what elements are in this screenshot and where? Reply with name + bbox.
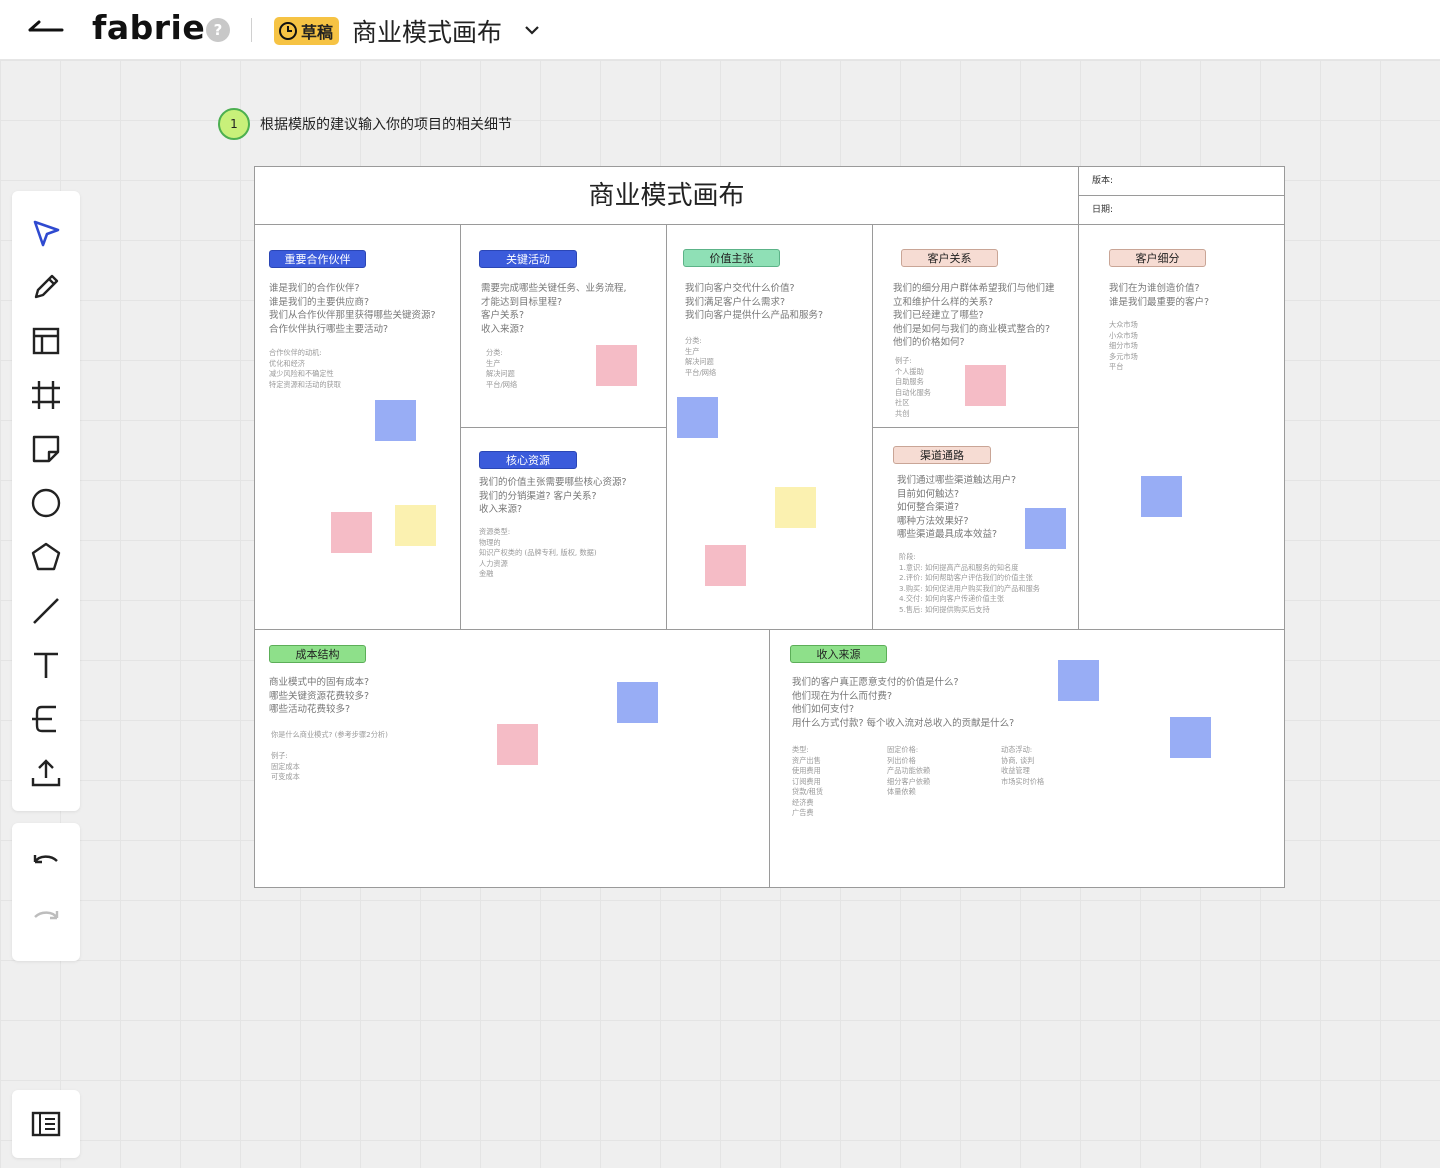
segments-section[interactable]: 客户细分 我们在为谁创造价值? 谁是我们最重要的客户? 大众市场 小众市场 细分… [1079, 225, 1285, 630]
frame-icon[interactable] [26, 375, 66, 415]
segments-notes: 大众市场 小众市场 细分市场 多元市场 平台 [1109, 320, 1138, 371]
redo-icon[interactable] [26, 899, 66, 939]
date-field[interactable]: 日期: [1079, 196, 1285, 225]
relationships-tag: 客户关系 [901, 249, 998, 267]
revenue-tag: 收入来源 [790, 645, 887, 663]
left-toolbar [12, 191, 80, 811]
history-toolbar [12, 823, 80, 961]
value-notes: 分类: 生产 解决问题 平台/网络 [685, 336, 717, 377]
line-icon[interactable] [26, 591, 66, 631]
revenue-dynamic-prices: 动态浮动: 协商, 谈判 收益管理 市场实时价格 [1001, 745, 1045, 786]
clock-icon [279, 22, 297, 40]
draft-badge[interactable]: 草稿 [274, 17, 340, 45]
sticky-note[interactable] [395, 505, 436, 546]
channels-tag: 渠道通路 [893, 446, 991, 464]
sticky-note[interactable] [677, 397, 718, 438]
sticky-note[interactable] [1025, 508, 1066, 549]
revenue-questions: 我们的客户真正愿意支付的价值是什么? 他们现在为什么而付费? 他们如何支付? 用… [792, 677, 1015, 729]
segments-tag: 客户细分 [1109, 249, 1206, 267]
sticky-note-icon[interactable] [26, 429, 66, 469]
resources-questions: 我们的价值主张需要哪些核心资源? 我们的分销渠道? 客户关系? 收入来源? [479, 477, 627, 515]
step-instruction: 根据模版的建议输入你的项目的相关细节 [260, 117, 512, 133]
relationships-questions: 我们的细分用户群体希望我们与他们建 立和维护什么样的关系? 我们已经建立了哪些?… [893, 283, 1055, 348]
channels-notes: 阶段: 1.意识: 如何提高产品和服务的知名度 2.评价: 如何帮助客户评估我们… [899, 552, 1040, 614]
resources-notes: 资源类型: 物理的 知识产权类的 (品牌专利, 版权, 数据) 人力资源 金融 [479, 527, 597, 578]
layers-panel-icon[interactable] [12, 1090, 80, 1158]
sticky-note[interactable] [775, 487, 816, 528]
resources-section[interactable]: 核心资源 我们的价值主张需要哪些核心资源? 我们的分销渠道? 客户关系? 收入来… [461, 428, 667, 630]
version-field[interactable]: 版本: [1079, 167, 1285, 196]
business-model-canvas[interactable]: 商业模式画布 版本: 日期: 重要合作伙伴 谁是我们的合作伙伴? 谁是我们的主要… [254, 166, 1285, 888]
relationships-section[interactable]: 客户关系 我们的细分用户群体希望我们与他们建 立和维护什么样的关系? 我们已经建… [873, 225, 1079, 428]
text-icon[interactable] [26, 645, 66, 685]
sticky-note[interactable] [1141, 476, 1182, 517]
pen-icon[interactable] [26, 267, 66, 307]
activities-questions: 需要完成哪些关键任务、业务流程, 才能达到目标里程? 客户关系? 收入来源? [481, 283, 627, 335]
segments-questions: 我们在为谁创造价值? 谁是我们最重要的客户? [1109, 283, 1210, 308]
select-icon[interactable] [26, 213, 66, 253]
revenue-types: 类型: 资产出售 使用费用 订阅费用 贷款/租赁 经济费 广告费 [792, 745, 824, 817]
sticky-note[interactable] [497, 724, 538, 765]
revenue-section[interactable]: 收入来源 我们的客户真正愿意支付的价值是什么? 他们现在为什么而付费? 他们如何… [770, 630, 1285, 887]
template-icon[interactable] [26, 321, 66, 361]
canvas-title: 商业模式画布 [255, 167, 1079, 225]
activities-section[interactable]: 关键活动 需要完成哪些关键任务、业务流程, 才能达到目标里程? 客户关系? 收入… [461, 225, 667, 428]
activities-tag: 关键活动 [479, 250, 577, 268]
resources-tag: 核心资源 [479, 451, 577, 469]
help-icon[interactable]: ? [206, 18, 230, 42]
divider [251, 18, 252, 42]
value-tag: 价值主张 [683, 249, 780, 267]
sticky-note[interactable] [596, 345, 637, 386]
partners-tag: 重要合作伙伴 [269, 250, 366, 268]
partners-questions: 谁是我们的合作伙伴? 谁是我们的主要供应商? 我们从合作伙伴那里获得哪些关键资源… [269, 283, 436, 335]
partners-section[interactable]: 重要合作伙伴 谁是我们的合作伙伴? 谁是我们的主要供应商? 我们从合作伙伴那里获… [255, 225, 461, 630]
draft-label: 草稿 [301, 23, 334, 42]
value-questions: 我们向客户交代什么价值? 我们满足客户什么需求? 我们向客户提供什么产品和服务? [685, 283, 824, 321]
channels-questions: 我们通过哪些渠道触达用户? 目前如何触达? 如何整合渠道? 哪种方法效果好? 哪… [897, 475, 1017, 540]
top-bar: fabrie ? 草稿 商业模式画布 [0, 0, 1440, 60]
partners-notes: 合作伙伴的动机: 优化和经济 减少风险和不确定性 特定资源和活动的获取 [269, 348, 341, 389]
channels-section[interactable]: 渠道通路 我们通过哪些渠道触达用户? 目前如何触达? 如何整合渠道? 哪种方法效… [873, 428, 1079, 630]
sticky-note[interactable] [617, 682, 658, 723]
cost-questions: 商业模式中的固有成本? 哪些关键资源花费较多? 哪些活动花费较多? [269, 677, 370, 715]
value-section[interactable]: 价值主张 我们向客户交代什么价值? 我们满足客户什么需求? 我们向客户提供什么产… [667, 225, 873, 630]
sticky-note[interactable] [705, 545, 746, 586]
cost-notes: 例子: 固定成本 可变成本 [271, 751, 300, 781]
sticky-note[interactable] [1058, 660, 1099, 701]
upload-icon[interactable] [26, 753, 66, 793]
connector-icon[interactable] [26, 699, 66, 739]
cost-section[interactable]: 成本结构 商业模式中的固有成本? 哪些关键资源花费较多? 哪些活动花费较多? 你… [255, 630, 770, 887]
sticky-note[interactable] [965, 365, 1006, 406]
undo-icon[interactable] [26, 843, 66, 883]
relationships-notes: 例子: 个人援助 自助服务 自动化服务 社区 共创 [895, 356, 931, 418]
sticky-note[interactable] [375, 400, 416, 441]
revenue-fixed-prices: 固定价格: 列出价格 产品功能依赖 细分客户依赖 体量依赖 [887, 745, 931, 796]
logo[interactable]: fabrie [92, 8, 205, 47]
back-arrow-icon[interactable] [26, 14, 66, 46]
document-title[interactable]: 商业模式画布 [352, 13, 502, 49]
chevron-down-icon[interactable] [522, 20, 542, 40]
circle-icon[interactable] [26, 483, 66, 523]
step-number: 1 [218, 108, 250, 140]
cost-tag: 成本结构 [269, 645, 366, 663]
cost-hint: 你是什么商业模式? (参考步骤2分析) [271, 730, 388, 739]
sticky-note[interactable] [331, 512, 372, 553]
activities-notes: 分类: 生产 解决问题 平台/网络 [486, 348, 518, 389]
sticky-note[interactable] [1170, 717, 1211, 758]
pentagon-icon[interactable] [26, 537, 66, 577]
